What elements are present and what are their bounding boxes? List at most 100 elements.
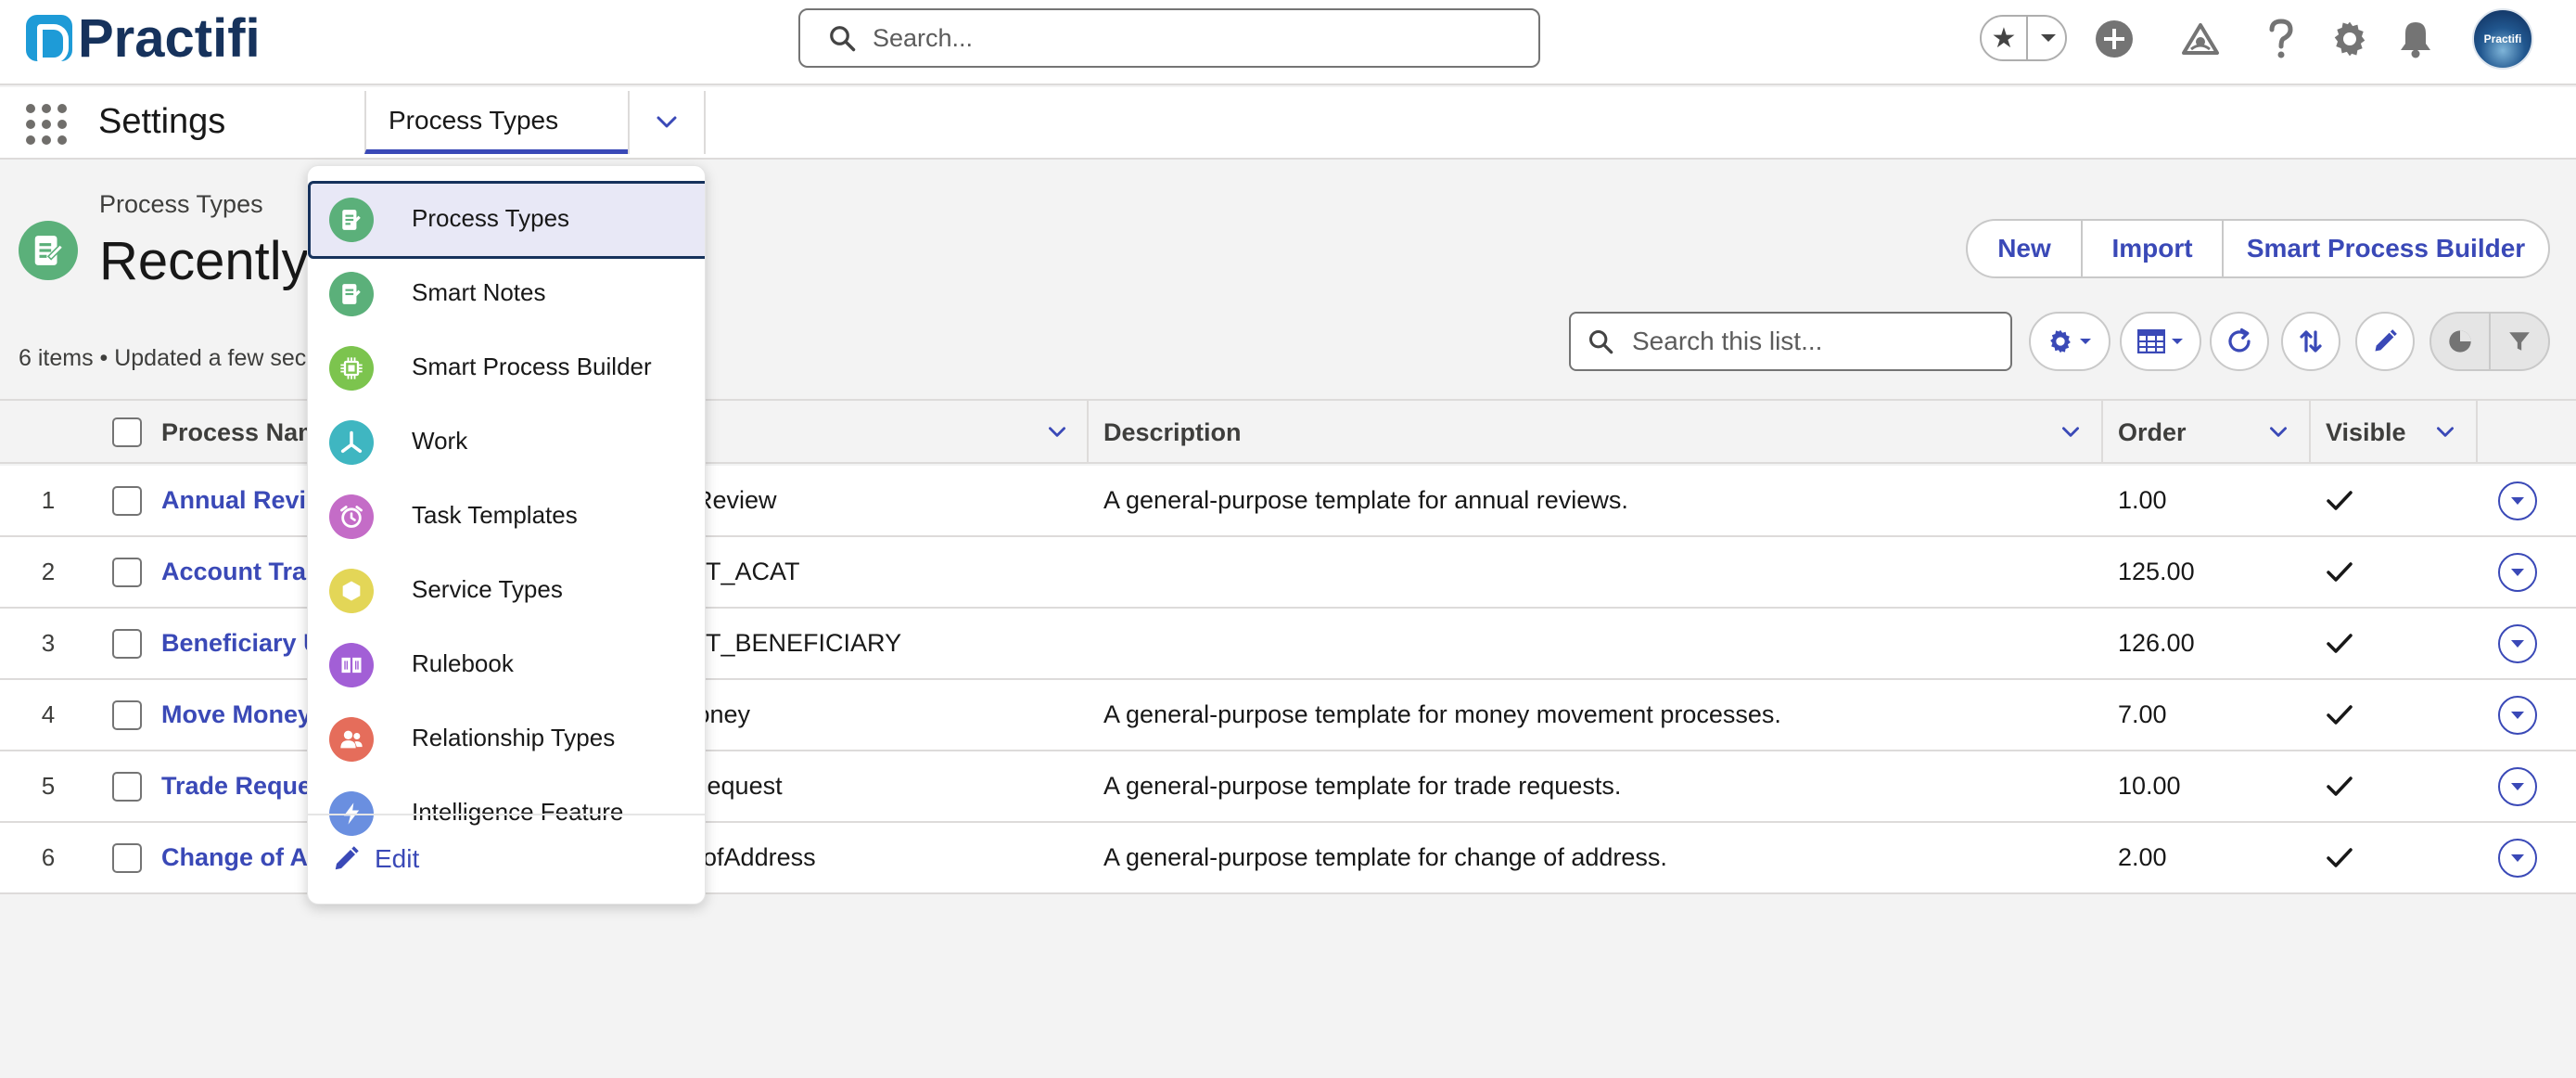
- api-name-cell: _PT_ACAT: [675, 558, 800, 585]
- add-icon[interactable]: [2092, 17, 2136, 61]
- pencil-icon: [2375, 329, 2397, 352]
- list-search-input[interactable]: Search this list...: [1569, 312, 2012, 371]
- nav-tab-dropdown-button[interactable]: [628, 91, 706, 154]
- list-actions-button-group: New Import Smart Process Builder: [1966, 219, 2550, 278]
- row-checkbox[interactable]: [112, 842, 142, 873]
- trailhead-icon[interactable]: [2178, 17, 2223, 61]
- column-header-description-label: Description: [1103, 417, 1242, 446]
- visible-cell: [2326, 466, 2381, 535]
- people-icon: [329, 717, 374, 762]
- row-checkbox[interactable]: [112, 771, 142, 802]
- menu-item-relationship-types[interactable]: Relationship Types: [308, 700, 705, 773]
- menu-item-process-types[interactable]: Process Types: [308, 181, 705, 259]
- nav-tab-process-types[interactable]: Process Types: [364, 91, 628, 154]
- book-icon: [329, 643, 374, 687]
- menu-item-smart-notes[interactable]: Smart Notes: [308, 255, 705, 327]
- list-view-controls-button[interactable]: [2029, 312, 2111, 371]
- row-checkbox-cell[interactable]: [100, 751, 154, 821]
- row-number: 1: [41, 486, 56, 514]
- row-checkbox-cell[interactable]: [100, 466, 154, 535]
- row-actions-cell: [2490, 537, 2545, 607]
- alarm-clock-icon: [329, 494, 374, 539]
- order-cell: 10.00: [2118, 772, 2181, 800]
- gear-icon: [2050, 329, 2071, 353]
- row-actions-button[interactable]: [2498, 766, 2537, 806]
- row-actions-button[interactable]: [2498, 695, 2537, 735]
- menu-item-work[interactable]: Work: [308, 404, 705, 476]
- chevron-down-icon: [657, 116, 677, 128]
- chart-filter-button-group: [2429, 312, 2550, 371]
- row-checkbox[interactable]: [112, 699, 142, 730]
- inline-edit-button[interactable]: [2355, 312, 2415, 371]
- column-header-visible-label: Visible: [2326, 417, 2406, 446]
- row-actions-button[interactable]: [2498, 552, 2537, 592]
- description-cell: A general-purpose template for change of…: [1103, 843, 1667, 871]
- global-search-placeholder: Search...: [873, 23, 974, 52]
- row-checkbox-cell[interactable]: [100, 537, 154, 607]
- menu-item-service-types[interactable]: Service Types: [308, 552, 705, 624]
- sort-button[interactable]: [2281, 312, 2340, 371]
- object-breadcrumb: Process Types: [99, 190, 263, 218]
- favorites-dropdown[interactable]: [2030, 17, 2067, 59]
- chevron-down-icon: [2511, 853, 2524, 862]
- row-checkbox-cell[interactable]: [100, 680, 154, 750]
- filter-button[interactable]: [2491, 314, 2548, 369]
- row-actions-button[interactable]: [2498, 623, 2537, 663]
- practifi-logo[interactable]: Practifi: [26, 8, 261, 69]
- row-actions-cell: [2490, 823, 2545, 892]
- row-checkbox[interactable]: [112, 557, 142, 587]
- menu-item-rulebook[interactable]: Rulebook: [308, 626, 705, 699]
- search-icon: [830, 26, 856, 52]
- notifications-bell-icon[interactable]: [2393, 17, 2438, 61]
- app-launcher-icon[interactable]: [26, 104, 67, 145]
- row-checkbox[interactable]: [112, 485, 142, 516]
- menu-item-task-templates[interactable]: Task Templates: [308, 478, 705, 550]
- row-actions-cell: [2490, 609, 2545, 678]
- api-name-cell: Money: [675, 700, 751, 728]
- setup-gear-icon[interactable]: [2327, 17, 2372, 61]
- chevron-down-icon: [2270, 427, 2287, 437]
- display-as-button[interactable]: [2120, 312, 2201, 371]
- menu-item-label: Relationship Types: [412, 723, 616, 751]
- description-cell: A general-purpose template for money mov…: [1103, 700, 1781, 728]
- import-button[interactable]: Import: [2083, 221, 2224, 276]
- user-avatar[interactable]: Practifi: [2472, 8, 2533, 70]
- chevron-down-icon: [2437, 427, 2454, 437]
- pie-chart-icon: [2449, 330, 2471, 353]
- order-cell: 126.00: [2118, 629, 2195, 657]
- row-number: 3: [41, 629, 56, 657]
- help-icon[interactable]: [2259, 17, 2303, 61]
- column-header-order-label: Order: [2118, 417, 2187, 446]
- row-checkbox-cell[interactable]: [100, 609, 154, 678]
- global-search-input[interactable]: Search...: [798, 8, 1540, 68]
- new-button[interactable]: New: [1968, 221, 2083, 276]
- select-all-checkbox-cell[interactable]: [100, 401, 154, 464]
- select-all-checkbox[interactable]: [112, 417, 142, 447]
- menu-divider: [308, 814, 705, 815]
- favorites-star-icon[interactable]: ★: [1982, 17, 2028, 59]
- chevron-down-icon: [2511, 639, 2524, 648]
- checkmark-icon: [2327, 490, 2353, 510]
- visible-cell: [2326, 751, 2381, 821]
- column-header-api-name[interactable]: e: [691, 401, 1088, 464]
- column-header-visible[interactable]: Visible: [2311, 401, 2476, 464]
- column-header-description[interactable]: Description: [1089, 401, 2101, 464]
- menu-item-label: Smart Process Builder: [412, 352, 652, 380]
- chart-button[interactable]: [2431, 314, 2491, 369]
- global-header: Practifi Search... ★ Practifi: [0, 0, 2576, 85]
- edit-nav-items-link[interactable]: Edit: [332, 836, 419, 882]
- row-actions-button[interactable]: [2498, 838, 2537, 878]
- row-checkbox[interactable]: [112, 628, 142, 659]
- table-icon: [2137, 329, 2165, 353]
- column-header-order[interactable]: Order: [2103, 401, 2309, 464]
- row-checkbox-cell[interactable]: [100, 823, 154, 892]
- chevron-down-icon: [2511, 496, 2524, 505]
- checkmark-icon: [2327, 776, 2353, 796]
- smart-process-builder-button[interactable]: Smart Process Builder: [2224, 221, 2548, 276]
- row-actions-button[interactable]: [2498, 481, 2537, 520]
- menu-item-smart-process-builder[interactable]: Smart Process Builder: [308, 329, 705, 402]
- smart-notes-icon: [329, 272, 374, 316]
- chip-icon: [329, 346, 374, 391]
- list-view-title[interactable]: Recently: [99, 230, 309, 292]
- refresh-button[interactable]: [2210, 312, 2269, 371]
